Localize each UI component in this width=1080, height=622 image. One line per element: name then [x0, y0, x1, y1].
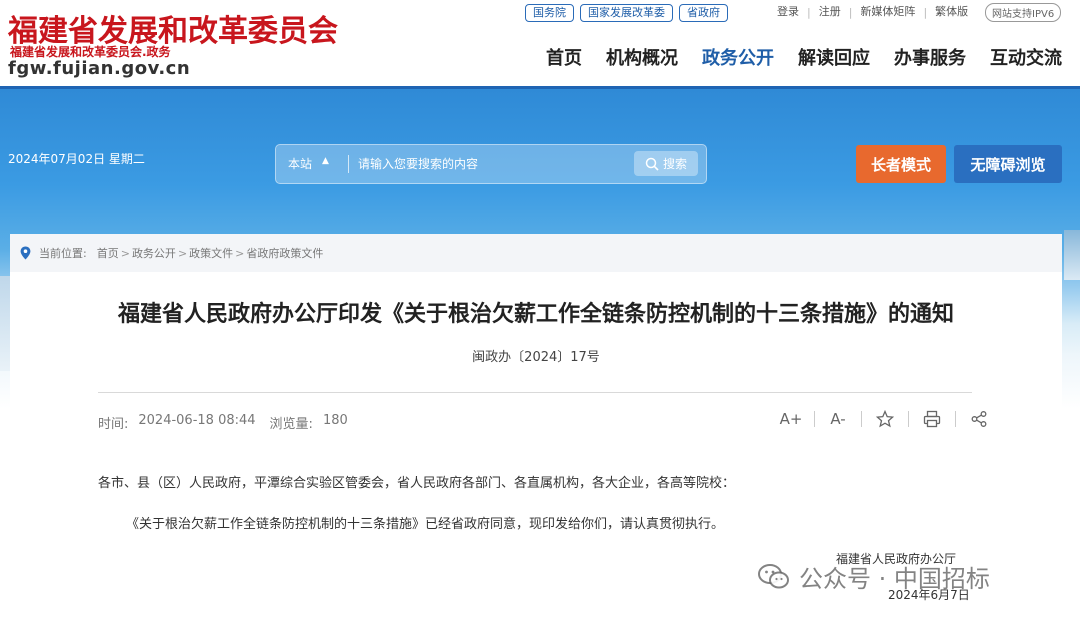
breadcrumb-separator: >	[235, 246, 245, 260]
current-date: 2024年07月02日 星期二	[8, 152, 145, 166]
views-label: 浏览量:	[269, 417, 313, 432]
search-divider	[348, 155, 349, 173]
link-state-council[interactable]: 国务院	[525, 4, 574, 22]
search-scope-select[interactable]: 本站	[288, 155, 312, 172]
search-button[interactable]: 搜索	[634, 151, 698, 176]
nav-interpretation[interactable]: 解读回应	[798, 44, 870, 70]
wechat-watermark: 公众号 · 中国招标	[757, 559, 990, 594]
search-bar: 本站 ▲︎ 搜索	[275, 144, 707, 184]
breadcrumb-home[interactable]: 首页	[97, 245, 119, 261]
favorite-button[interactable]	[862, 410, 908, 428]
link-provincial-government[interactable]: 省政府	[679, 4, 728, 22]
search-button-label: 搜索	[662, 157, 687, 171]
sort-arrows-icon[interactable]: ▲︎	[322, 156, 329, 166]
new-media-link[interactable]: 新媒体矩阵	[852, 4, 923, 20]
search-icon	[645, 157, 659, 171]
article-tools: A+ A-	[768, 410, 1002, 428]
register-link[interactable]: 注册	[811, 4, 849, 20]
printer-icon	[923, 410, 941, 428]
print-button[interactable]	[909, 410, 955, 428]
views-count: 180	[322, 413, 348, 428]
breadcrumb-provincial-policy[interactable]: 省政府政策文件	[246, 245, 323, 261]
share-button[interactable]	[956, 410, 1002, 428]
breadcrumb: 当前位置: 首页 > 政务公开 > 政策文件 > 省政府政策文件	[10, 234, 1062, 272]
breadcrumb-separator: >	[177, 246, 188, 260]
breadcrumb-government-affairs[interactable]: 政务公开	[132, 245, 176, 261]
title-divider	[98, 392, 972, 393]
breadcrumb-policy-documents[interactable]: 政策文件	[189, 245, 233, 261]
nav-government-affairs[interactable]: 政务公开	[702, 44, 774, 70]
font-decrease-button[interactable]: A-	[815, 410, 861, 428]
link-ndrc[interactable]: 国家发展改革委	[580, 4, 673, 22]
nav-home[interactable]: 首页	[546, 44, 582, 70]
user-links: 登录 | 注册 | 新媒体矩阵 | 繁体版	[769, 4, 976, 20]
article-title: 福建省人民政府办公厅印发《关于根治欠薪工作全链条防控机制的十三条措施》的通知	[117, 302, 954, 327]
watermark-text: 公众号 · 中国招标	[799, 565, 990, 593]
site-logo-url: fgw.fujian.gov.cn	[8, 58, 191, 79]
top-external-links: 国务院 国家发展改革委 省政府	[525, 4, 728, 22]
banner-scenery-left	[0, 276, 10, 371]
elder-mode-button[interactable]: 长者模式	[856, 145, 946, 183]
accessible-mode-button[interactable]: 无障碍浏览	[954, 145, 1062, 183]
ipv6-badge: 网站支持IPV6	[985, 3, 1062, 22]
banner-scenery-right	[1064, 230, 1080, 280]
share-icon	[971, 411, 987, 427]
font-increase-button[interactable]: A+	[768, 410, 814, 428]
document-number: 闽政办〔2024〕17号	[472, 350, 600, 365]
nav-interaction[interactable]: 互动交流	[990, 44, 1062, 70]
time-label: 时间:	[98, 417, 129, 432]
article-salutation: 各市、县（区）人民政府，平潭综合实验区管委会，省人民政府各部门、各直属机构，各大…	[98, 476, 736, 491]
search-input[interactable]	[358, 153, 628, 175]
star-icon	[876, 410, 894, 428]
main-nav: 首页 机构概况 政务公开 解读回应 办事服务 互动交流	[546, 44, 1062, 70]
article-meta: 时间: 2024-06-18 08:44 浏览量: 180	[98, 413, 348, 432]
breadcrumb-label: 当前位置:	[39, 247, 87, 260]
wechat-icon	[758, 563, 789, 588]
location-pin-icon	[20, 246, 31, 260]
traditional-chinese-link[interactable]: 繁体版	[927, 4, 976, 20]
login-link[interactable]: 登录	[769, 4, 807, 20]
site-header: 福建省发展和改革委员会 福建省发展和改革委员会.政务 fgw.fujian.go…	[0, 0, 1080, 89]
article-body: 《关于根治欠薪工作全链条防控机制的十三条措施》已经省政府同意，现印发给你们，请认…	[126, 517, 725, 532]
nav-services[interactable]: 办事服务	[894, 44, 966, 70]
nav-organization[interactable]: 机构概况	[606, 44, 678, 70]
breadcrumb-separator: >	[120, 246, 130, 260]
publish-time: 2024-06-18 08:44	[138, 413, 256, 428]
